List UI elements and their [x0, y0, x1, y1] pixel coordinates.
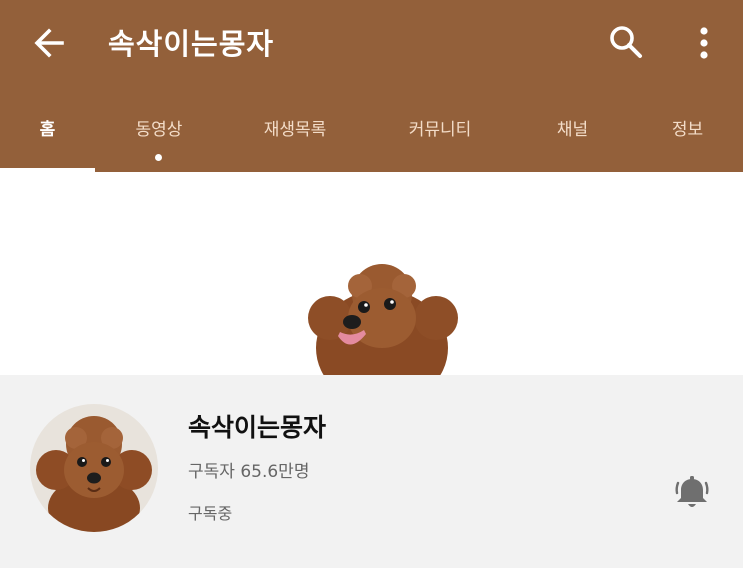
back-button[interactable]: [28, 24, 72, 62]
new-content-dot: [155, 154, 162, 161]
tab-home[interactable]: 홈: [0, 117, 95, 172]
subscription-status: 구독중: [188, 504, 233, 523]
tab-playlists[interactable]: 재생목록: [240, 117, 350, 172]
tab-community-label: 커뮤니티: [408, 120, 472, 140]
channel-title: 속삭이는몽자: [108, 27, 275, 61]
tab-community[interactable]: 커뮤니티: [385, 117, 495, 172]
channel-name: 속삭이는몽자: [188, 413, 327, 442]
tab-about[interactable]: 정보: [645, 117, 730, 172]
poodle-banner-image: [308, 264, 458, 375]
tab-videos-label: 동영상: [135, 120, 183, 140]
poodle-avatar-image: [36, 416, 152, 532]
channel-info-panel: 속삭이는몽자 구독자 65.6만명 구독중: [0, 375, 743, 568]
more-vert-icon: [700, 27, 708, 59]
tab-videos[interactable]: 동영상: [104, 117, 214, 172]
tab-home-label: 홈: [39, 120, 56, 140]
subscriber-count: 구독자 65.6만명: [188, 462, 310, 482]
tab-channels[interactable]: 채널: [525, 117, 620, 172]
notification-bell-button[interactable]: [672, 473, 712, 513]
channel-banner: [0, 172, 743, 375]
search-icon: [610, 26, 642, 58]
app-bar: 속삭이는몽자 홈 동영상 재생목록 커뮤니티 채널 정보: [0, 0, 743, 172]
tab-playlists-label: 재생목록: [263, 120, 327, 140]
arrow-left-icon: [34, 28, 64, 58]
avatar[interactable]: [30, 404, 158, 532]
tab-channels-label: 채널: [556, 120, 589, 140]
more-options-button[interactable]: [690, 24, 718, 62]
tab-about-label: 정보: [671, 120, 704, 140]
search-button[interactable]: [606, 22, 646, 62]
notification-bell-icon: [675, 476, 709, 507]
